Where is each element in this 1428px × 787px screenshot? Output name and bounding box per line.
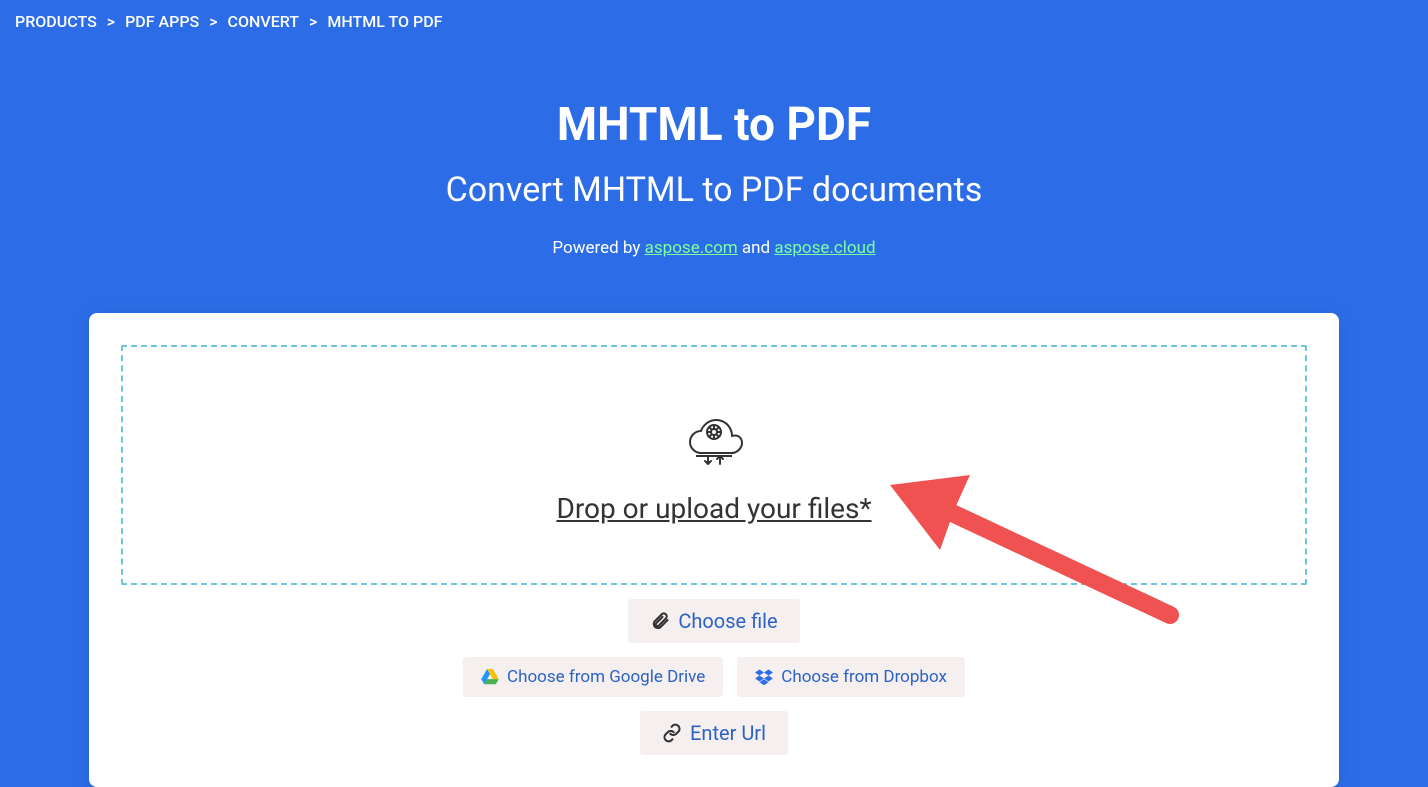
enter-url-label: Enter Url [690, 721, 766, 745]
google-drive-icon [481, 669, 499, 685]
chevron-right-icon: > [309, 12, 317, 31]
google-drive-label: Choose from Google Drive [507, 667, 705, 687]
powered-by-line: Powered by aspose.com and aspose.cloud [0, 238, 1428, 258]
hero-section: MHTML to PDF Convert MHTML to PDF docume… [0, 98, 1428, 258]
attachment-icon [650, 611, 670, 631]
link-icon [662, 723, 682, 743]
file-dropzone[interactable]: Drop or upload your files* [121, 345, 1307, 585]
choose-file-button[interactable]: Choose file [628, 599, 799, 643]
dropzone-label: Drop or upload your files* [556, 492, 871, 525]
page-subtitle: Convert MHTML to PDF documents [0, 170, 1428, 210]
breadcrumb-pdf-apps[interactable]: PDF APPS [125, 12, 199, 31]
dropbox-button[interactable]: Choose from Dropbox [737, 657, 965, 697]
aspose-com-link[interactable]: aspose.com [645, 238, 738, 258]
breadcrumb: PRODUCTS > PDF APPS > CONVERT > MHTML TO… [0, 0, 1428, 43]
dropbox-label: Choose from Dropbox [781, 667, 947, 687]
powered-and: and [738, 238, 775, 258]
breadcrumb-products[interactable]: PRODUCTS [15, 12, 97, 31]
enter-url-button[interactable]: Enter Url [640, 711, 788, 755]
breadcrumb-convert[interactable]: CONVERT [228, 12, 299, 31]
chevron-right-icon: > [209, 12, 217, 31]
aspose-cloud-link[interactable]: aspose.cloud [774, 238, 875, 258]
cloud-upload-icon [678, 406, 750, 472]
powered-prefix: Powered by [552, 238, 644, 258]
upload-card: Drop or upload your files* Choose file C… [89, 313, 1339, 787]
chevron-right-icon: > [107, 12, 115, 31]
dropbox-icon [755, 669, 773, 685]
page-title: MHTML to PDF [0, 98, 1428, 152]
breadcrumb-current[interactable]: MHTML TO PDF [327, 12, 442, 31]
google-drive-button[interactable]: Choose from Google Drive [463, 657, 723, 697]
choose-file-label: Choose file [678, 609, 777, 633]
